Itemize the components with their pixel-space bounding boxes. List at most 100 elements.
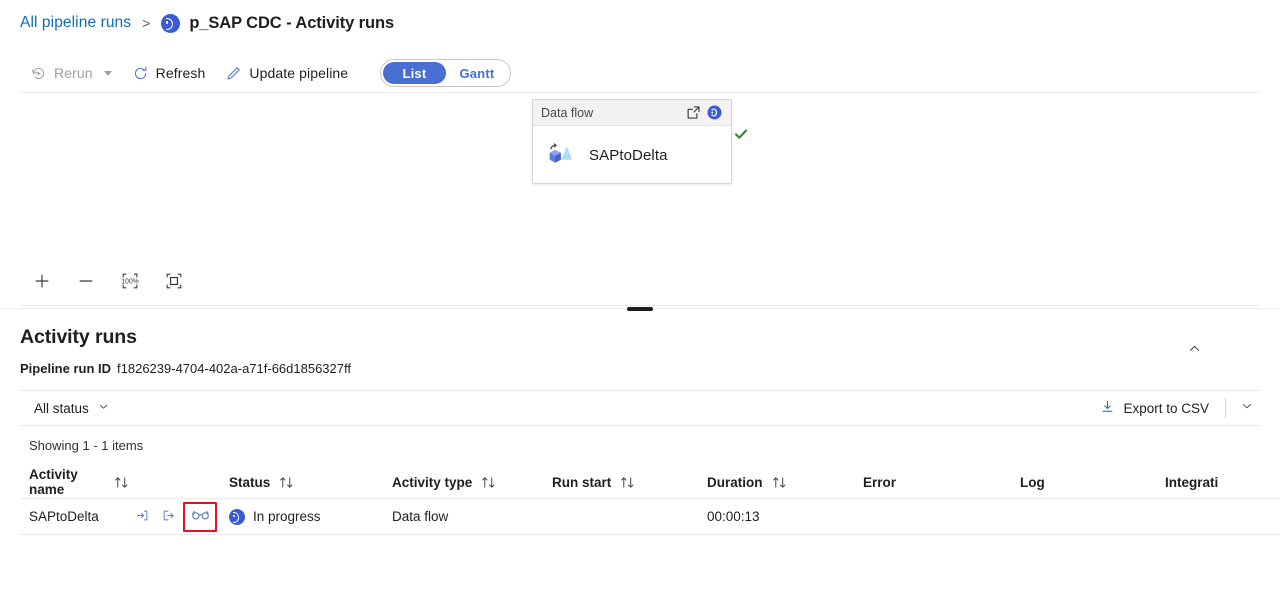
fit-to-screen-button[interactable] (152, 266, 196, 302)
cell-error (863, 499, 1020, 534)
data-flow-details-button[interactable] (183, 502, 217, 532)
download-icon (1100, 399, 1115, 417)
node-pipeline-icon[interactable] (706, 104, 723, 121)
output-icon (161, 508, 176, 526)
column-header-activity-name[interactable]: Activity name (20, 466, 129, 498)
table-row[interactable]: SAPtoDelta (20, 499, 1280, 535)
column-header-duration[interactable]: Duration (707, 466, 863, 498)
drag-handle-icon[interactable] (627, 307, 653, 311)
column-label: Log (1020, 475, 1045, 490)
cell-row-actions (129, 499, 229, 534)
activity-runs-table: Activity name Status Activity type (20, 466, 1280, 535)
rerun-icon (30, 65, 47, 82)
open-in-new-icon[interactable] (685, 104, 702, 121)
column-label: Error (863, 475, 896, 490)
column-header-run-start[interactable]: Run start (552, 466, 707, 498)
node-card-header-title: Data flow (541, 106, 681, 120)
view-input-button[interactable] (129, 504, 155, 530)
export-to-csv-button[interactable]: Export to CSV (1092, 394, 1217, 422)
column-header-status[interactable]: Status (229, 466, 392, 498)
page-title: p_SAP CDC - Activity runs (189, 14, 394, 33)
cell-activity-type: Data flow (392, 499, 552, 534)
rerun-label: Rerun (54, 65, 93, 81)
pipeline-icon (161, 14, 180, 33)
column-header-log[interactable]: Log (1020, 466, 1165, 498)
column-label: Integrati (1165, 475, 1218, 490)
cell-run-start (552, 499, 707, 534)
chevron-down-icon[interactable] (104, 71, 112, 76)
cell-status: In progress (229, 499, 392, 534)
status-badge: In progress (229, 509, 321, 525)
export-options-button[interactable] (1234, 394, 1260, 422)
node-activity-name: SAPtoDelta (589, 147, 668, 164)
chevron-down-icon (97, 400, 110, 416)
column-header-error[interactable]: Error (863, 466, 1020, 498)
pipeline-run-id: Pipeline run ID f1826239-4704-402a-a71f-… (20, 361, 351, 376)
data-flow-node-card[interactable]: Data flow (532, 99, 732, 184)
column-header-activity-type[interactable]: Activity type (392, 466, 552, 498)
status-label: In progress (253, 509, 321, 524)
update-pipeline-label: Update pipeline (249, 65, 348, 81)
column-label: Status (229, 475, 270, 490)
green-check-icon (733, 126, 749, 142)
collapse-panel-button[interactable] (1182, 339, 1206, 363)
toolbar-divider (1225, 398, 1226, 418)
fit-to-screen-icon (164, 271, 184, 296)
node-card-body: SAPtoDelta (533, 126, 731, 184)
filter-bar: All status Export to CSV (20, 390, 1260, 426)
cell-log (1020, 499, 1165, 534)
cell-duration: 00:00:13 (707, 499, 863, 534)
refresh-icon (132, 65, 149, 82)
activity-runs-title: Activity runs (20, 326, 137, 349)
pipeline-run-id-value: f1826239-4704-402a-a71f-66d1856327ff (117, 361, 351, 376)
zoom-in-button[interactable] (20, 266, 64, 302)
input-icon (135, 508, 150, 526)
plus-icon (33, 272, 51, 295)
update-pipeline-button[interactable]: Update pipeline (215, 57, 358, 89)
table-header-row: Activity name Status Activity type (20, 466, 1280, 499)
panel-splitter[interactable] (0, 304, 1280, 313)
rerun-button[interactable]: Rerun (20, 57, 122, 89)
minus-icon (77, 272, 95, 295)
activity-runs-page: All pipeline runs > p_SAP CDC - Activity… (0, 0, 1280, 601)
view-output-button[interactable] (155, 504, 181, 530)
zoom-out-button[interactable] (64, 266, 108, 302)
data-flow-icon (545, 137, 577, 174)
tab-gantt[interactable]: Gantt (446, 62, 509, 84)
column-header-integration-runtime[interactable]: Integrati (1165, 466, 1265, 498)
pipeline-run-id-label: Pipeline run ID (20, 361, 111, 376)
tab-list[interactable]: List (383, 62, 446, 84)
sort-icon (481, 476, 496, 489)
column-header-actions (129, 466, 229, 498)
chevron-up-icon (1187, 341, 1202, 361)
showing-items-count: Showing 1 - 1 items (29, 438, 143, 453)
column-label: Duration (707, 475, 763, 490)
status-filter-label: All status (34, 401, 89, 416)
zoom-to-100-button[interactable]: 100% (108, 266, 152, 302)
node-card-header: Data flow (533, 100, 731, 126)
glasses-icon (191, 508, 210, 525)
cell-integration-runtime (1165, 499, 1265, 534)
column-label: Run start (552, 475, 611, 490)
canvas-zoom-toolbar: 100% (20, 262, 1260, 306)
refresh-label: Refresh (156, 65, 206, 81)
chevron-down-icon (1240, 399, 1254, 418)
cell-activity-name: SAPtoDelta (20, 499, 129, 534)
sort-icon (620, 476, 635, 489)
breadcrumb-all-pipeline-runs-link[interactable]: All pipeline runs (20, 14, 131, 32)
refresh-button[interactable]: Refresh (122, 57, 216, 89)
sort-icon (114, 476, 129, 489)
column-label: Activity name (29, 467, 105, 497)
zoom-100-icon: 100% (120, 271, 140, 296)
view-mode-toggle[interactable]: List Gantt (380, 59, 511, 87)
breadcrumb-separator: > (140, 15, 152, 31)
filter-bar-actions: Export to CSV (1092, 391, 1260, 425)
column-label: Activity type (392, 475, 472, 490)
sort-icon (772, 476, 787, 489)
export-to-csv-label: Export to CSV (1123, 401, 1209, 416)
status-filter-dropdown[interactable]: All status (26, 394, 118, 422)
sort-icon (279, 476, 294, 489)
in-progress-icon (229, 509, 245, 525)
row-action-icons (129, 502, 219, 532)
command-bar: Rerun Refresh Update pipeline List Gant (20, 54, 1260, 92)
